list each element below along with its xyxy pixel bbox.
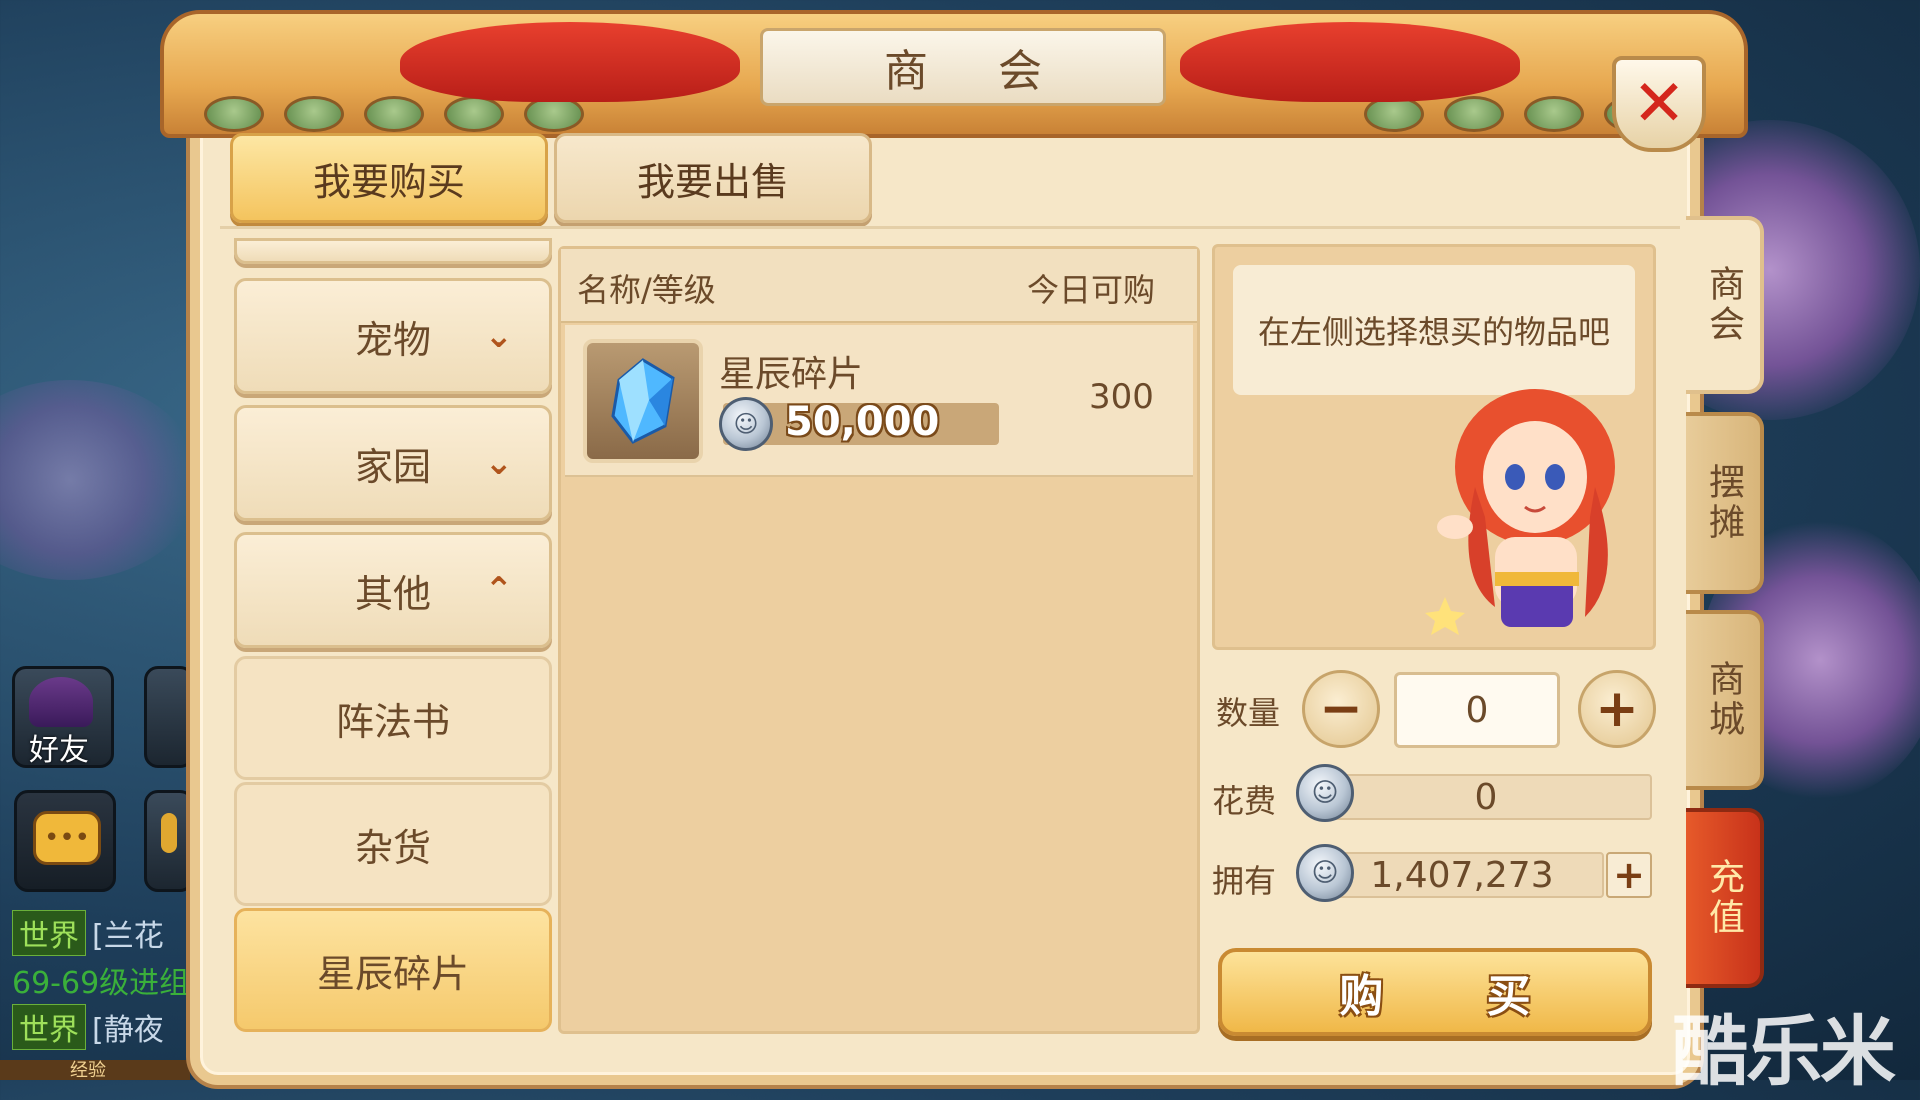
npc-hint: 在左侧选择想买的物品吧 <box>1257 313 1610 351</box>
chat-text: 69-69级进组 <box>12 966 190 1001</box>
chat-line[interactable]: 世界 [兰花 <box>12 910 164 956</box>
roof-tile <box>1444 96 1504 132</box>
close-icon: ✕ <box>1632 67 1686 141</box>
tab-stall[interactable]: 摆摊 <box>1686 412 1764 594</box>
friends-button[interactable]: 好友 <box>12 666 114 768</box>
chat-line[interactable]: 69-69级进组 <box>12 958 189 1002</box>
header-available: 今日可购 <box>1027 271 1156 309</box>
subcategory-label: 阵法书 <box>335 699 450 744</box>
decrease-quantity-button[interactable]: − <box>1302 670 1380 748</box>
item-table: 名称/等级 今日可购 星辰碎片 ☺ 50,000 300 <box>558 246 1200 1034</box>
chat-line[interactable]: 世界 [静夜 <box>12 1004 164 1050</box>
owned-value: 1,407,273 <box>1370 854 1554 896</box>
roof-tile <box>364 96 424 132</box>
microphone-icon <box>161 813 177 853</box>
quantity-value: 0 <box>1465 689 1489 731</box>
quantity-label: 数量 <box>1216 694 1281 732</box>
table-header: 名称/等级 今日可购 <box>561 249 1197 323</box>
avatar[interactable] <box>144 666 194 768</box>
title-plate: 商 会 <box>760 28 1166 106</box>
npc-speech-bubble: 在左侧选择想买的物品吧 <box>1233 265 1635 395</box>
item-available: 300 <box>1089 377 1154 417</box>
silver-coin-icon: ☺ <box>1296 844 1354 902</box>
exp-label: 经验 <box>70 1060 106 1081</box>
voice-button[interactable] <box>144 790 194 892</box>
subcategory-label: 星辰碎片 <box>316 951 469 996</box>
divider <box>220 226 1680 229</box>
chevron-down-icon: ⌄ <box>484 443 514 483</box>
exp-bar: 经验 <box>0 1060 190 1081</box>
plus-icon: + <box>1595 679 1639 739</box>
category-home[interactable]: 家园 ⌄ <box>234 405 552 521</box>
subcategory-misc[interactable]: 杂货 <box>234 782 552 906</box>
tab-buy-label: 我要购买 <box>312 159 465 204</box>
cost-label: 花费 <box>1212 782 1277 820</box>
side-tab-label: 摆摊 <box>1703 463 1744 543</box>
page-title: 商 会 <box>884 46 1070 97</box>
subcategory-label: 杂货 <box>354 825 431 870</box>
tab-trade-guild[interactable]: 商会 <box>1686 216 1764 394</box>
table-row[interactable]: 星辰碎片 ☺ 50,000 300 <box>565 325 1193 477</box>
npc-panel: 在左侧选择想买的物品吧 <box>1212 244 1656 650</box>
watermark: 酷乐米 <box>1672 1007 1896 1096</box>
category-label: 家园 <box>354 444 431 489</box>
tab-sell[interactable]: 我要出售 <box>554 133 872 223</box>
blossom-decoration <box>0 380 200 580</box>
price-bar: ☺ 50,000 <box>719 397 999 451</box>
owned-label: 拥有 <box>1212 862 1277 900</box>
buy-button-label: 购 买 <box>1339 971 1575 1022</box>
tab-buy[interactable]: 我要购买 <box>230 133 548 223</box>
chat-button[interactable]: ••• <box>14 790 116 892</box>
category-other[interactable]: 其他 ⌃ <box>234 532 552 648</box>
tab-mall[interactable]: 商城 <box>1686 610 1764 790</box>
item-name: 星辰碎片 <box>719 354 864 395</box>
chevron-down-icon: ⌄ <box>484 316 514 356</box>
red-ribbon-decoration <box>1180 22 1520 102</box>
subcategory-formation-book[interactable]: 阵法书 <box>234 656 552 780</box>
tab-sell-label: 我要出售 <box>636 159 789 204</box>
category-partial[interactable] <box>234 238 552 264</box>
npc-girl-illustration <box>1425 389 1615 635</box>
increase-quantity-button[interactable]: + <box>1578 670 1656 748</box>
plus-icon: + <box>1613 853 1645 897</box>
silver-coin-icon: ☺ <box>1296 764 1354 822</box>
roof-tile <box>204 96 264 132</box>
tab-recharge[interactable]: 充值 <box>1686 808 1764 988</box>
roof-tile <box>444 96 504 132</box>
close-button[interactable]: ✕ <box>1612 56 1706 152</box>
category-label: 其他 <box>354 571 431 616</box>
add-currency-button[interactable]: + <box>1606 852 1652 898</box>
friends-label: 好友 <box>29 733 89 768</box>
chevron-up-icon: ⌃ <box>484 570 514 610</box>
side-tab-label: 充值 <box>1703 858 1744 938</box>
cost-value: 0 <box>1474 776 1498 818</box>
red-ribbon-decoration <box>400 22 740 102</box>
header-name: 名称/等级 <box>577 271 716 309</box>
item-price: 50,000 <box>785 399 940 445</box>
side-tab-label: 商会 <box>1703 265 1744 345</box>
quantity-input[interactable]: 0 <box>1394 672 1560 748</box>
chat-channel-tag: 世界 <box>12 910 86 956</box>
avatar <box>29 677 93 727</box>
silver-coin-icon: ☺ <box>719 397 773 451</box>
star-shard-crystal-icon <box>583 339 703 463</box>
chat-text: [兰花 <box>92 919 164 954</box>
category-label: 宠物 <box>354 317 431 362</box>
chat-bubble-icon: ••• <box>33 811 101 865</box>
roof-tile <box>284 96 344 132</box>
owned-value-bar: 1,407,273 <box>1320 852 1604 898</box>
roof-tile <box>1524 96 1584 132</box>
chat-channel-tag: 世界 <box>12 1004 86 1050</box>
minus-icon: − <box>1319 679 1363 739</box>
chat-text: [静夜 <box>92 1013 164 1048</box>
category-pet[interactable]: 宠物 ⌄ <box>234 278 552 394</box>
cost-value-bar: 0 <box>1320 774 1652 820</box>
buy-button[interactable]: 购 买 <box>1218 948 1652 1036</box>
subcategory-star-shard[interactable]: 星辰碎片 <box>234 908 552 1032</box>
side-tab-label: 商城 <box>1703 660 1744 740</box>
